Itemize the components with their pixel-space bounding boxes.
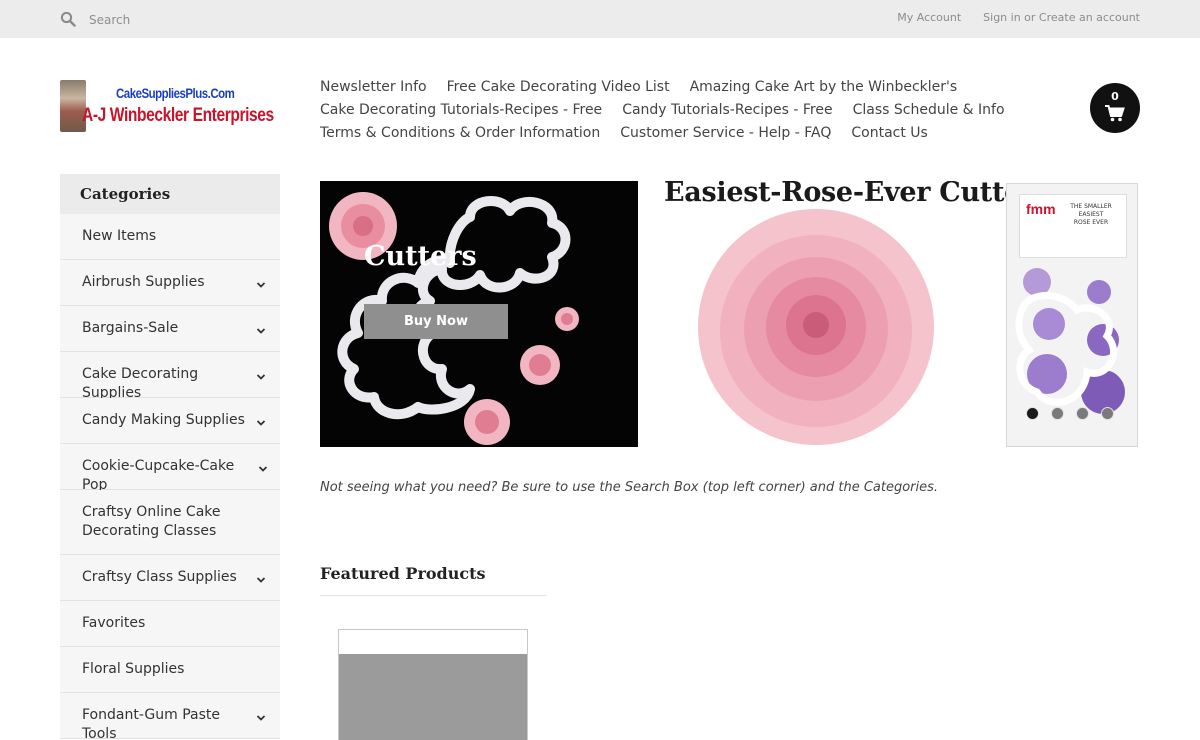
carousel-dot[interactable]: [1051, 407, 1064, 420]
search-icon[interactable]: [60, 11, 78, 29]
logo-domain-text: CakeSuppliesPlus.Com: [116, 85, 235, 101]
nav-cake-tutorials[interactable]: Cake Decorating Tutorials-Recipes - Free: [320, 99, 602, 122]
sidebar-item-bargains[interactable]: Bargains-Sale: [60, 306, 280, 352]
main-nav: Newsletter Info Free Cake Decorating Vid…: [320, 76, 1060, 145]
sidebar-item-airbrush[interactable]: Airbrush Supplies: [60, 260, 280, 306]
package-text: THE SMALLER EASIEST ROSE EVER: [1070, 203, 1112, 226]
cart-button[interactable]: 0: [1090, 83, 1140, 133]
nav-free-video-list[interactable]: Free Cake Decorating Video List: [447, 76, 670, 99]
search-box[interactable]: [60, 10, 249, 30]
sidebar-item-label: Craftsy Online Cake Decorating Classes: [82, 504, 221, 539]
chevron-down-icon[interactable]: [256, 572, 266, 583]
chevron-down-icon[interactable]: [256, 710, 266, 721]
hero-carousel[interactable]: Cutters Buy Now Easiest-Rose-Ever Cutter…: [320, 181, 1140, 447]
sidebar-item-label: Craftsy Class Supplies: [82, 569, 237, 585]
chevron-down-icon[interactable]: [256, 369, 266, 380]
sidebar-item-craftsy-supplies[interactable]: Craftsy Class Supplies: [60, 555, 280, 601]
sidebar-item-label: Floral Supplies: [82, 661, 185, 677]
chevron-down-icon[interactable]: [256, 415, 266, 426]
sidebar-item-label: Cake Decorating Supplies: [82, 366, 199, 401]
search-input[interactable]: [89, 13, 249, 27]
nav-candy-tutorials[interactable]: Candy Tutorials-Recipes - Free: [622, 99, 832, 122]
sidebar-item-label: Favorites: [82, 615, 146, 631]
sidebar-title: Categories: [60, 174, 280, 214]
chevron-down-icon[interactable]: [258, 461, 268, 472]
sign-in-link[interactable]: Sign in or Create an account: [983, 11, 1140, 24]
nav-row: Cake Decorating Tutorials-Recipes - Free…: [320, 99, 1060, 122]
search-notice: Not seeing what you need? Be sure to use…: [320, 480, 939, 495]
product-image[interactable]: [339, 654, 527, 740]
cutter-slide-image: Cutters Buy Now: [320, 181, 638, 447]
account-links: My Account Sign in or Create an account: [897, 11, 1140, 24]
nav-customer-service[interactable]: Customer Service - Help - FAQ: [620, 122, 831, 145]
sidebar-item-label: Cookie-Cupcake-Cake Pop: [82, 458, 235, 493]
sidebar-item-fondant-gum-paste[interactable]: Fondant-Gum Paste Tools: [60, 693, 280, 740]
nav-newsletter-info[interactable]: Newsletter Info: [320, 76, 427, 99]
nav-contact-us[interactable]: Contact Us: [851, 122, 927, 145]
sidebar-item-label: Candy Making Supplies: [82, 412, 245, 428]
sidebar-item-floral[interactable]: Floral Supplies: [60, 647, 280, 693]
rose-slide-image: Easiest-Rose-Ever Cutters fmm THE SMALLE…: [660, 181, 1140, 447]
top-bar: My Account Sign in or Create an account: [0, 0, 1200, 38]
sidebar-item-candy-making[interactable]: Candy Making Supplies: [60, 398, 280, 444]
slide-caption: Cutters: [364, 241, 477, 272]
chevron-down-icon[interactable]: [256, 323, 266, 334]
cart-count: 0: [1111, 90, 1119, 103]
sidebar-item-label: Airbrush Supplies: [82, 274, 205, 290]
category-sidebar: Categories New Items Airbrush Supplies B…: [60, 174, 280, 740]
product-card[interactable]: [338, 629, 528, 740]
sidebar-item-cookie-cupcake[interactable]: Cookie-Cupcake-Cake Pop: [60, 444, 280, 493]
carousel-dots: [1026, 407, 1114, 420]
sidebar-item-label: New Items: [82, 228, 157, 244]
featured-products-heading: Featured Products: [320, 564, 546, 596]
sidebar-item-new-items[interactable]: New Items: [60, 214, 280, 260]
nav-row: Newsletter Info Free Cake Decorating Vid…: [320, 76, 1060, 99]
sidebar-item-craftsy-online[interactable]: Craftsy Online Cake Decorating Classes: [60, 490, 280, 555]
my-account-link[interactable]: My Account: [897, 11, 961, 24]
sidebar-item-label: Fondant-Gum Paste Tools: [82, 707, 220, 740]
nav-terms-conditions[interactable]: Terms & Conditions & Order Information: [320, 122, 600, 145]
sidebar-item-favorites[interactable]: Favorites: [60, 601, 280, 647]
nav-class-schedule[interactable]: Class Schedule & Info: [853, 99, 1005, 122]
carousel-dot[interactable]: [1101, 407, 1114, 420]
site-logo[interactable]: CakeSuppliesPlus.Com A-J Winbeckler Ente…: [60, 80, 274, 132]
nav-amazing-cake-art[interactable]: Amazing Cake Art by the Winbeckler's: [690, 76, 958, 99]
chevron-down-icon[interactable]: [256, 277, 266, 288]
sidebar-item-cake-decorating[interactable]: Cake Decorating Supplies: [60, 352, 280, 401]
cart-icon: [1105, 105, 1125, 126]
package-brand: fmm: [1026, 201, 1056, 217]
carousel-dot[interactable]: [1076, 407, 1089, 420]
buy-now-button[interactable]: Buy Now: [364, 304, 508, 339]
nav-row: Terms & Conditions & Order Information C…: [320, 122, 1060, 145]
carousel-dot[interactable]: [1026, 407, 1039, 420]
sidebar-item-label: Bargains-Sale: [82, 320, 179, 336]
package-label: fmm THE SMALLER EASIEST ROSE EVER: [1019, 194, 1127, 258]
logo-company-text: A-J Winbeckler Enterprises: [82, 105, 274, 126]
